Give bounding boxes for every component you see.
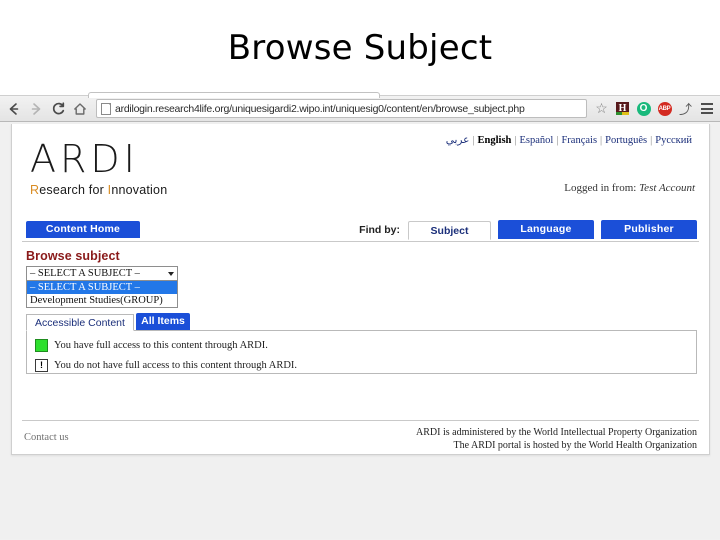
tab-subject[interactable]: Subject: [408, 221, 491, 240]
subject-select-options[interactable]: – SELECT A SUBJECT – Development Studies…: [26, 281, 178, 308]
tagline-mid: esearch for: [39, 183, 108, 197]
site-footer: Contact us ARDI is administered by the W…: [22, 420, 699, 454]
extension-o-icon[interactable]: O: [634, 99, 653, 118]
language-link-spanish[interactable]: Español: [517, 135, 557, 146]
legend-row-no-access: ! You do not have full access to this co…: [35, 359, 688, 372]
language-link-russian[interactable]: Русский: [652, 135, 695, 146]
language-link-portuguese[interactable]: Português: [602, 135, 650, 146]
ardi-logo-tagline: Research for Innovation: [30, 183, 167, 197]
tab-language[interactable]: Language: [498, 220, 594, 239]
tab-accessible-content[interactable]: Accessible Content: [26, 314, 134, 331]
tab-all-items[interactable]: All Items: [136, 313, 190, 330]
tool-glyph: ⤴: [678, 102, 692, 117]
browser-menu-button[interactable]: [697, 99, 716, 118]
content-tab-strip: Accessible Content All Items: [26, 313, 697, 331]
logged-in-status: Logged in from: Test Account: [564, 182, 695, 194]
tab-publisher[interactable]: Publisher: [601, 220, 697, 239]
forward-button[interactable]: [25, 98, 47, 120]
page-title: Browse Subject: [227, 27, 493, 68]
subject-option-placeholder[interactable]: – SELECT A SUBJECT –: [27, 281, 177, 294]
subject-select[interactable]: – SELECT A SUBJECT – – SELECT A SUBJECT …: [26, 266, 178, 308]
browser-tab-stub[interactable]: [88, 92, 380, 98]
subject-select-value: – SELECT A SUBJECT –: [30, 268, 140, 279]
account-name: Test Account: [639, 182, 695, 194]
footer-line-who: The ARDI portal is hosted by the World H…: [453, 440, 697, 451]
subject-option-development-studies[interactable]: Development Studies(GROUP): [27, 294, 177, 307]
green-square-icon: [35, 339, 48, 352]
extension-h-icon[interactable]: H: [613, 99, 632, 118]
chevron-down-icon: [168, 271, 174, 276]
slide-title-area: Browse Subject: [0, 0, 720, 95]
tool-cursor-icon[interactable]: ⤴: [676, 99, 695, 118]
subject-select-control[interactable]: – SELECT A SUBJECT –: [26, 266, 178, 281]
access-legend: You have full access to this content thr…: [26, 330, 697, 374]
browser-viewport: ARDI Research for Innovation عربي | Englis…: [0, 122, 720, 539]
language-link-english[interactable]: English: [475, 135, 515, 146]
content-home-button[interactable]: Content Home: [26, 221, 140, 238]
warning-square-icon: !: [35, 359, 48, 372]
ardi-logo[interactable]: ARDI Research for Innovation: [30, 140, 167, 197]
language-link-arabic[interactable]: عربي: [443, 135, 473, 146]
extension-h-label: H: [616, 102, 629, 115]
tagline-post: nnovation: [111, 183, 168, 197]
footer-line-wipo: ARDI is administered by the World Intell…: [416, 427, 697, 438]
language-link-french[interactable]: Français: [558, 135, 600, 146]
portal-content: Browse subject – SELECT A SUBJECT – – SE…: [12, 242, 709, 420]
adblock-plus-icon[interactable]: ABP: [655, 99, 674, 118]
logged-in-label: Logged in from:: [564, 182, 637, 194]
legend-text-no-access: You do not have full access to this cont…: [54, 360, 298, 371]
reload-button[interactable]: [47, 98, 69, 120]
contact-us-link[interactable]: Contact us: [24, 432, 69, 443]
page-info-icon: [101, 102, 111, 115]
ardi-logo-wordmark: ARDI: [30, 137, 139, 181]
legend-text-full-access: You have full access to this content thr…: [54, 340, 268, 351]
address-bar[interactable]: ardilogin.research4life.org/uniquesigard…: [96, 99, 587, 118]
footer-credits: ARDI is administered by the World Intell…: [416, 426, 697, 452]
find-by-label: Find by:: [359, 224, 400, 236]
find-by-group: Find by: Subject Language Publisher: [359, 220, 697, 240]
tagline-accent-r: R: [30, 183, 40, 197]
language-switcher: عربي | English | Español | Français | Português |…: [443, 134, 695, 146]
back-button[interactable]: [3, 98, 25, 120]
browser-window: ardilogin.research4life.org/uniquesigard…: [0, 92, 720, 540]
bookmark-star-icon[interactable]: ☆: [592, 99, 611, 118]
star-glyph: ☆: [595, 100, 608, 116]
extension-o-label: O: [636, 101, 651, 116]
browse-subject-heading: Browse subject: [26, 249, 120, 263]
primary-nav: Content Home Find by: Subject Language P…: [22, 218, 699, 242]
site-masthead: ARDI Research for Innovation عربي | Englis…: [12, 124, 709, 218]
url-text: ardilogin.research4life.org/uniquesigard…: [115, 102, 525, 115]
legend-row-full-access: You have full access to this content thr…: [35, 339, 688, 352]
browser-toolbar: ardilogin.research4life.org/uniquesigard…: [0, 92, 720, 122]
ardi-portal-page: ARDI Research for Innovation عربي | Englis…: [11, 124, 710, 455]
home-button[interactable]: [69, 98, 91, 120]
hamburger-menu-icon: [700, 103, 713, 114]
adblock-label: ABP: [657, 101, 672, 116]
